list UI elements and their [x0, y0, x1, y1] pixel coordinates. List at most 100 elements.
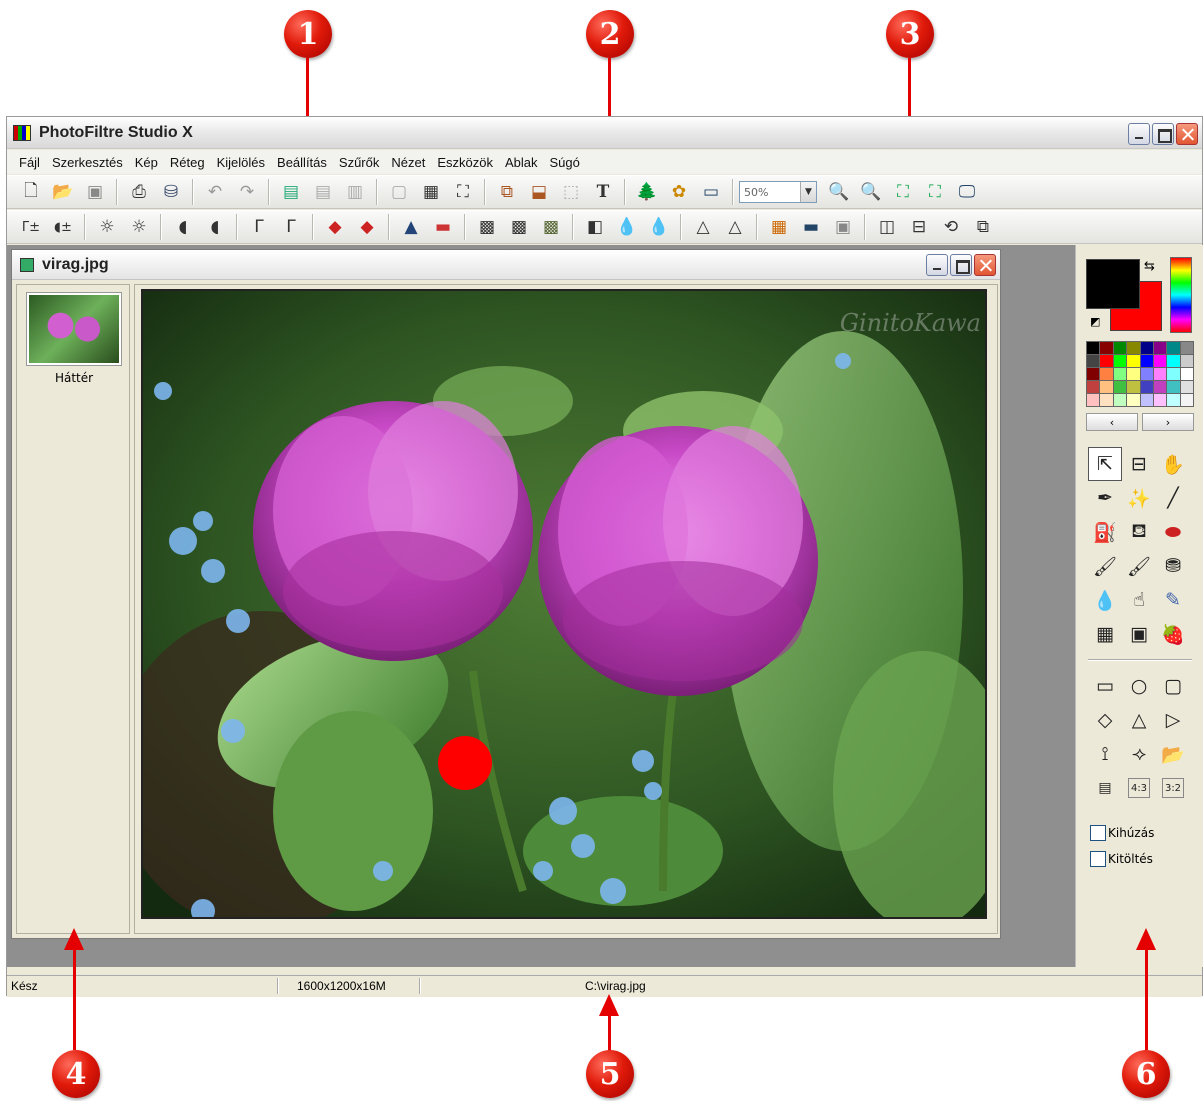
- menu-help[interactable]: Súgó: [544, 155, 586, 170]
- menu-selection[interactable]: Kijelölés: [211, 155, 271, 170]
- plugin-icon[interactable]: ✿: [663, 178, 695, 206]
- fullsize-icon[interactable]: ⛶: [919, 178, 951, 206]
- copy-layer-icon[interactable]: ▤: [307, 178, 339, 206]
- minimize-icon[interactable]: [926, 254, 948, 276]
- auto-levels-icon[interactable]: Γ±: [15, 213, 47, 241]
- polygon-icon[interactable]: ⟢: [1122, 737, 1156, 771]
- color-swatch[interactable]: [1127, 355, 1140, 367]
- color-swatch[interactable]: [1127, 368, 1140, 380]
- diamond-icon[interactable]: ◇: [1088, 703, 1122, 737]
- magic-wand-icon[interactable]: ✨: [1122, 481, 1156, 515]
- color-swatch[interactable]: [1113, 368, 1127, 380]
- hand-icon[interactable]: ✋: [1156, 447, 1190, 481]
- lasso-icon[interactable]: ⟟: [1088, 737, 1122, 771]
- foreground-color-swatch[interactable]: [1086, 259, 1140, 309]
- color-swatch[interactable]: [1127, 342, 1140, 354]
- clone-icon[interactable]: ✎: [1156, 583, 1190, 617]
- color-swatch[interactable]: [1180, 394, 1193, 406]
- menu-image[interactable]: Kép: [129, 155, 164, 170]
- close-icon[interactable]: [1176, 123, 1198, 145]
- default-colors-icon[interactable]: ◩: [1090, 315, 1100, 328]
- color-swatch[interactable]: [1140, 368, 1153, 380]
- color-swatch[interactable]: [1167, 355, 1180, 367]
- color-swatch[interactable]: [1180, 342, 1193, 354]
- document-title-bar[interactable]: virag.jpg: [12, 250, 1000, 280]
- filter-c-icon[interactable]: ▩: [535, 213, 567, 241]
- color-swatch[interactable]: [1180, 381, 1193, 393]
- color-balance-icon[interactable]: ▦: [763, 213, 795, 241]
- stamp-icon[interactable]: ⛃: [1156, 549, 1190, 583]
- save-icon[interactable]: ▣: [79, 178, 111, 206]
- color-swatch[interactable]: [1087, 355, 1100, 367]
- color-swatch[interactable]: [1180, 368, 1193, 380]
- undo-icon[interactable]: ↶: [199, 178, 231, 206]
- gamma-minus-icon[interactable]: Γ: [243, 213, 275, 241]
- fill-option[interactable]: Kitöltés: [1090, 851, 1153, 867]
- color-swatch[interactable]: [1087, 394, 1100, 406]
- open-icon[interactable]: 📂: [47, 178, 79, 206]
- filter-d-icon[interactable]: ◧: [579, 213, 611, 241]
- color-swatch[interactable]: [1140, 342, 1153, 354]
- color-swatch[interactable]: [1153, 342, 1167, 354]
- arrow-shape-icon[interactable]: ▷: [1156, 703, 1190, 737]
- color-swatches[interactable]: [1086, 341, 1194, 407]
- mirror-icon[interactable]: ◫: [871, 213, 903, 241]
- swatch-next-icon[interactable]: ›: [1142, 413, 1194, 431]
- menu-file[interactable]: Fájl: [13, 155, 46, 170]
- brightness-minus-icon[interactable]: ☼: [91, 213, 123, 241]
- filter-a-icon[interactable]: ▩: [471, 213, 503, 241]
- color-swatch[interactable]: [1153, 368, 1167, 380]
- zoom-select[interactable]: 50% ▼: [739, 181, 817, 203]
- color-swatch[interactable]: [1087, 342, 1100, 354]
- chevron-down-icon[interactable]: ▼: [800, 182, 816, 202]
- saturation-minus-icon[interactable]: ◆: [319, 213, 351, 241]
- film-icon[interactable]: ▦: [415, 178, 447, 206]
- ellipse-icon[interactable]: ○: [1122, 669, 1156, 703]
- mask-icon[interactable]: ▣: [827, 213, 859, 241]
- ratio-43-icon[interactable]: 4:3: [1128, 778, 1150, 798]
- brightness-plus-icon[interactable]: ☼: [123, 213, 155, 241]
- copy-icon[interactable]: ⧉: [491, 178, 523, 206]
- color-swatch[interactable]: [1140, 355, 1153, 367]
- color-swatch[interactable]: [1100, 394, 1113, 406]
- align-icon[interactable]: ▤: [1088, 771, 1122, 805]
- color-swatch[interactable]: [1140, 394, 1153, 406]
- merge-icon[interactable]: ▥: [339, 178, 371, 206]
- rotate-icon[interactable]: ⟲: [935, 213, 967, 241]
- print-icon[interactable]: ⎙: [123, 178, 155, 206]
- color-swatch[interactable]: [1167, 342, 1180, 354]
- transform-icon[interactable]: ⧉: [967, 213, 999, 241]
- color-swatch[interactable]: [1167, 394, 1180, 406]
- close-icon[interactable]: [974, 254, 996, 276]
- maximize-icon[interactable]: [1152, 123, 1174, 145]
- swatch-prev-icon[interactable]: ‹: [1086, 413, 1138, 431]
- open-shape-icon[interactable]: 📂: [1156, 737, 1190, 771]
- menu-view[interactable]: Nézet: [385, 155, 431, 170]
- menu-layer[interactable]: Réteg: [164, 155, 211, 170]
- eraser-icon[interactable]: ⬬: [1156, 515, 1190, 549]
- minimize-icon[interactable]: [1128, 123, 1150, 145]
- color-swatch[interactable]: [1127, 381, 1140, 393]
- text-icon[interactable]: T: [587, 178, 619, 206]
- saturation-plus-icon[interactable]: ◆: [351, 213, 383, 241]
- color-swatch[interactable]: [1100, 368, 1113, 380]
- fill-icon[interactable]: ⛽: [1088, 515, 1122, 549]
- menu-adjust[interactable]: Beállítás: [271, 155, 333, 170]
- tree-icon[interactable]: 🌲: [631, 178, 663, 206]
- line-icon[interactable]: ╱: [1156, 481, 1190, 515]
- portrait-icon[interactable]: ▣: [1122, 617, 1156, 651]
- swap-colors-icon[interactable]: ⇆: [1144, 259, 1155, 274]
- zoom-in-icon[interactable]: 🔍: [823, 178, 855, 206]
- color-swatch[interactable]: [1087, 368, 1100, 380]
- eyedropper-icon[interactable]: ✒: [1088, 481, 1122, 515]
- stroke-option[interactable]: Kihúzás: [1090, 825, 1154, 841]
- scan-icon[interactable]: ⛁: [155, 178, 187, 206]
- pointer-icon[interactable]: ⇱: [1088, 447, 1122, 481]
- rectangle-icon[interactable]: ▭: [1088, 669, 1122, 703]
- layer-thumbnail[interactable]: [27, 293, 121, 365]
- blur-icon[interactable]: 💧: [1088, 583, 1122, 617]
- fullscreen-icon[interactable]: 🖵: [951, 178, 983, 206]
- drop-plus-icon[interactable]: 💧: [643, 213, 675, 241]
- transform-sel-icon[interactable]: ⬚: [555, 178, 587, 206]
- fit-icon[interactable]: ⛶: [887, 178, 919, 206]
